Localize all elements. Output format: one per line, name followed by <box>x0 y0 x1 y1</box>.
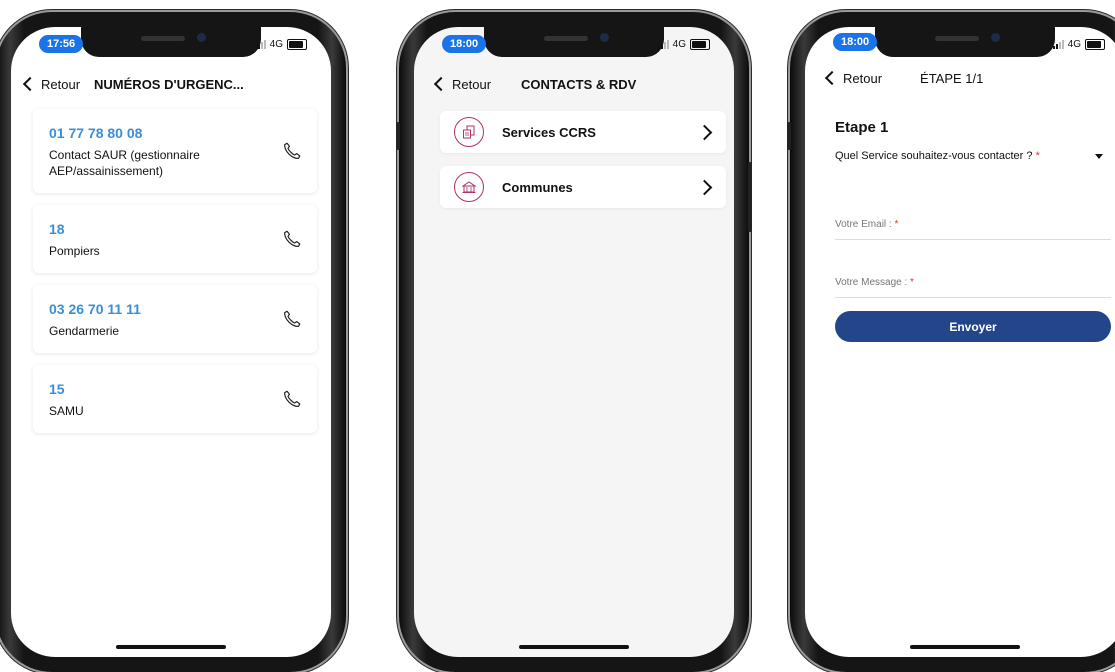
status-time: 18:00 <box>442 35 487 53</box>
contact-label: Pompiers <box>49 244 100 258</box>
phone-icon[interactable] <box>281 228 303 250</box>
status-indicators: 4G <box>1052 37 1105 51</box>
back-button[interactable]: Retour <box>824 70 883 86</box>
chevron-right-icon <box>696 124 713 140</box>
home-indicator[interactable] <box>910 645 1020 649</box>
network-type: 4G <box>269 38 283 50</box>
battery-icon <box>287 38 307 50</box>
phone-frame-contacts: 18:00 4G Retour CONTACTS & RDV Services … <box>396 12 752 672</box>
home-indicator[interactable] <box>519 645 629 649</box>
back-label: Retour <box>843 70 883 86</box>
chevron-left-icon <box>433 76 449 92</box>
phone-frame-form: 18:00 4G Retour ÉTAPE 1/1 Etape 1 Quel S… <box>787 12 1115 672</box>
caret-down-icon[interactable] <box>1095 154 1103 159</box>
documents-icon <box>454 117 484 147</box>
page-title: CONTACTS & RDV <box>521 76 637 92</box>
contact-number: 15 <box>49 381 65 397</box>
contact-number: 03 26 70 11 11 <box>49 301 141 317</box>
page-title: ÉTAPE 1/1 <box>920 70 984 86</box>
network-type: 4G <box>1067 38 1081 50</box>
screen-contacts-rdv: 18:00 4G Retour CONTACTS & RDV Services … <box>414 27 734 657</box>
status-indicators: 4G <box>657 37 710 51</box>
home-indicator[interactable] <box>116 645 226 649</box>
notch <box>81 27 261 57</box>
signal-icon <box>1052 39 1064 49</box>
contact-label: Gendarmerie <box>49 324 120 338</box>
phone-frame-emergency: 17:56 4G Retour NUMÉROS D'URGENC... 01 7… <box>0 12 346 672</box>
chevron-right-icon <box>696 179 713 195</box>
signal-icon <box>254 39 266 49</box>
contact-label: SAMU <box>49 404 84 418</box>
contact-card[interactable]: 18 Pompiers <box>33 205 317 273</box>
screen-step-form: 18:00 4G Retour ÉTAPE 1/1 Etape 1 Quel S… <box>805 27 1115 657</box>
list-item-label: Services CCRS <box>502 124 596 140</box>
contact-label: Contact SAUR (gestionnaire AEP/assainiss… <box>49 148 200 178</box>
service-select-label: Quel Service souhaitez-vous contacter ? <box>835 150 1033 162</box>
list-item-communes[interactable]: Communes <box>440 166 726 208</box>
message-label: Votre Message : <box>835 277 908 288</box>
chevron-left-icon <box>824 70 840 86</box>
back-button[interactable]: Retour <box>433 76 492 92</box>
battery-icon <box>1085 38 1105 50</box>
contact-number: 01 77 78 80 08 <box>49 125 143 141</box>
submit-button[interactable]: Envoyer <box>835 311 1111 342</box>
signal-icon <box>657 39 669 49</box>
phone-icon[interactable] <box>281 140 303 162</box>
message-field[interactable]: Votre Message : * <box>835 277 1111 298</box>
email-field[interactable]: Votre Email : * <box>835 219 1111 240</box>
required-mark: * <box>910 277 914 288</box>
step-title: Etape 1 <box>835 119 889 136</box>
contact-number: 18 <box>49 221 65 237</box>
screen-emergency-numbers: 17:56 4G Retour NUMÉROS D'URGENC... 01 7… <box>11 27 331 657</box>
required-mark: * <box>894 219 899 230</box>
phone-icon[interactable] <box>281 388 303 410</box>
notch <box>484 27 664 57</box>
back-label: Retour <box>452 76 492 92</box>
contact-card[interactable]: 15 SAMU <box>33 365 317 433</box>
list-item-services[interactable]: Services CCRS <box>440 111 726 153</box>
chevron-left-icon <box>22 76 38 92</box>
contact-card[interactable]: 01 77 78 80 08 Contact SAUR (gestionnair… <box>33 109 317 193</box>
status-time: 17:56 <box>39 35 84 53</box>
email-label: Votre Email : <box>835 219 892 230</box>
nav-bar: Retour CONTACTS & RDV <box>414 71 734 97</box>
status-time: 18:00 <box>833 33 878 51</box>
required-mark: * <box>1035 150 1040 162</box>
town-hall-icon <box>454 172 484 202</box>
nav-bar: Retour NUMÉROS D'URGENC... <box>11 71 331 97</box>
contact-card[interactable]: 03 26 70 11 11 Gendarmerie <box>33 285 317 353</box>
network-type: 4G <box>672 38 686 50</box>
back-button[interactable]: Retour <box>22 76 81 92</box>
status-indicators: 4G <box>254 37 307 51</box>
service-select[interactable]: Quel Service souhaitez-vous contacter ? … <box>835 149 1055 163</box>
page-title: NUMÉROS D'URGENC... <box>94 76 244 92</box>
back-label: Retour <box>41 76 81 92</box>
nav-bar: Retour ÉTAPE 1/1 <box>805 65 1115 91</box>
list-item-label: Communes <box>502 179 573 195</box>
notch <box>875 27 1055 57</box>
phone-icon[interactable] <box>281 308 303 330</box>
battery-icon <box>690 38 710 50</box>
